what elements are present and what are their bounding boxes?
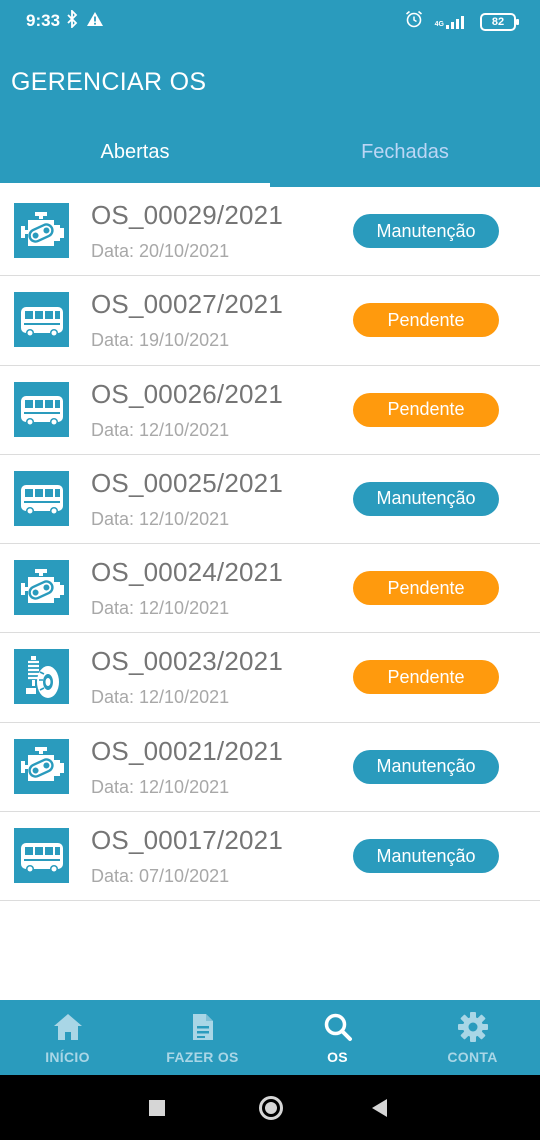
order-date: Data: 12/10/2021: [91, 687, 230, 708]
status-badge: Manutenção: [353, 481, 499, 516]
tab-fechadas[interactable]: Fechadas: [270, 118, 540, 187]
bus-icon: [14, 292, 69, 348]
engine-icon: [14, 203, 69, 258]
list-item[interactable]: OS_00027/2021 Data: 19/10/2021 Pendente: [0, 276, 540, 366]
order-code: OS_00026/2021: [91, 378, 283, 409]
order-code: OS_00021/2021: [91, 735, 283, 766]
list-item[interactable]: OS_00029/2021 Data: 20/10/2021 Manutenção: [0, 187, 540, 277]
status-badge: Pendente: [353, 303, 499, 338]
home-icon: [51, 1011, 85, 1043]
tab-label: Abertas: [100, 141, 170, 163]
tab-label: Fechadas: [361, 141, 449, 163]
bus-icon: [14, 828, 69, 884]
network-type: 4G: [434, 20, 444, 28]
status-bar: 9:33 4G 82: [0, 0, 540, 40]
order-date: Data: 12/10/2021: [91, 508, 230, 529]
back-button[interactable]: [372, 1099, 388, 1122]
order-date: Data: 20/10/2021: [91, 241, 230, 261]
order-code: OS_00017/2021: [91, 825, 283, 856]
order-date: Data: 12/10/2021: [91, 776, 230, 797]
tab-bar: Abertas Fechadas: [0, 118, 540, 187]
nav-label: INÍCIO: [45, 1049, 90, 1065]
nav-item-inicio[interactable]: INÍCIO: [0, 1000, 135, 1075]
bluetooth-icon: [66, 8, 78, 33]
suspension-wheel-icon: [14, 649, 69, 705]
app-bar: GERENCIAR OS: [0, 40, 540, 118]
warning-icon: [86, 11, 104, 32]
list-item[interactable]: OS_00023/2021 Data: 12/10/2021 Pendente: [0, 633, 540, 723]
document-icon: [186, 1011, 220, 1043]
nav-label: FAZER OS: [166, 1049, 239, 1065]
order-date: Data: 19/10/2021: [91, 330, 230, 351]
signal-icon: 4G: [435, 15, 468, 29]
status-badge: Manutenção: [353, 214, 499, 248]
status-badge: Manutenção: [353, 749, 499, 784]
search-icon: [321, 1011, 355, 1043]
list-item[interactable]: OS_00026/2021 Data: 12/10/2021 Pendente: [0, 366, 540, 455]
bus-icon: [14, 470, 69, 526]
list-item[interactable]: OS_00017/2021 Data: 07/10/2021 Manutenção: [0, 812, 540, 902]
nav-item-conta[interactable]: CONTA: [405, 1000, 540, 1075]
order-code: OS_00027/2021: [91, 289, 283, 320]
list-item[interactable]: OS_00024/2021 Data: 12/10/2021 Pendente: [0, 544, 540, 634]
status-badge: Pendente: [353, 660, 499, 695]
system-nav-bar: [0, 1075, 540, 1140]
home-button[interactable]: [258, 1095, 284, 1126]
gear-icon: [456, 1011, 490, 1043]
order-date: Data: 12/10/2021: [91, 419, 230, 440]
page-title: GERENCIAR OS: [11, 68, 207, 96]
battery-icon: 82: [480, 12, 519, 31]
order-list: OS_00029/2021 Data: 20/10/2021 Manutenção O…: [0, 187, 540, 902]
bus-icon: [14, 381, 69, 437]
status-badge: Pendente: [353, 392, 499, 427]
status-badge: Manutenção: [353, 839, 499, 874]
order-date: Data: 07/10/2021: [91, 866, 230, 887]
nav-item-fazer-os[interactable]: FAZER OS: [135, 1000, 270, 1075]
alarm-icon: [405, 10, 423, 33]
nav-label: CONTA: [447, 1049, 498, 1065]
engine-icon: [14, 560, 69, 616]
order-code: OS_00025/2021: [91, 467, 283, 498]
status-badge: Pendente: [353, 571, 499, 606]
status-time: 9:33: [26, 11, 61, 30]
recents-button[interactable]: [149, 1100, 165, 1121]
list-item[interactable]: OS_00025/2021 Data: 12/10/2021 Manutenção: [0, 455, 540, 545]
nav-label: OS: [327, 1049, 348, 1065]
tab-abertas[interactable]: Abertas: [0, 118, 270, 187]
nav-item-os[interactable]: OS: [270, 1000, 405, 1075]
bottom-nav: INÍCIO FAZER OS OS CONTA: [0, 1000, 540, 1075]
order-code: OS_00023/2021: [91, 646, 283, 677]
engine-icon: [14, 738, 69, 794]
order-date: Data: 12/10/2021: [91, 598, 230, 619]
order-code: OS_00029/2021: [91, 200, 283, 230]
order-code: OS_00024/2021: [91, 557, 283, 588]
list-item[interactable]: OS_00021/2021 Data: 12/10/2021 Manutenção: [0, 723, 540, 813]
